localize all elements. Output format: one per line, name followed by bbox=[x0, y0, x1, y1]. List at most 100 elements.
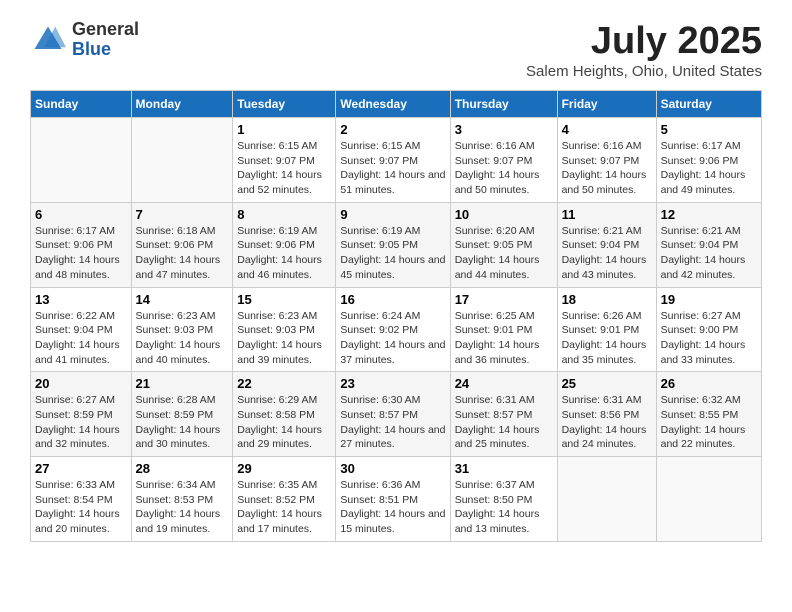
calendar-day-cell: 3 Sunrise: 6:16 AMSunset: 9:07 PMDaylight… bbox=[450, 118, 557, 203]
weekday-header: Tuesday bbox=[233, 91, 336, 118]
day-sunrise: Sunrise: 6:27 AMSunset: 8:59 PMDaylight:… bbox=[35, 394, 120, 450]
calendar-day-cell: 11 Sunrise: 6:21 AMSunset: 9:04 PMDayligh… bbox=[557, 202, 656, 287]
calendar-day-cell: 28Sunrise: 6:34 AMSunset: 8:53 PMDayligh… bbox=[131, 457, 233, 542]
logo-icon bbox=[30, 22, 66, 58]
day-sunrise: Sunrise: 6:34 AMSunset: 8:53 PMDaylight:… bbox=[136, 479, 221, 535]
calendar-day-cell: 30 Sunrise: 6:36 AMSunset: 8:51 PMDayligh… bbox=[336, 457, 450, 542]
day-number: 23 bbox=[340, 376, 445, 391]
calendar-day-cell: 17 Sunrise: 6:25 AMSunset: 9:01 PMDayligh… bbox=[450, 287, 557, 372]
day-number: 9 bbox=[340, 207, 445, 222]
day-sunrise: Sunrise: 6:32 AMSunset: 8:55 PMDaylight:… bbox=[661, 394, 746, 450]
calendar-day-cell: 31Sunrise: 6:37 AMSunset: 8:50 PMDayligh… bbox=[450, 457, 557, 542]
calendar-day-cell: 29 Sunrise: 6:35 AMSunset: 8:52 PMDayligh… bbox=[233, 457, 336, 542]
day-sunrise: Sunrise: 6:16 AMSunset: 9:07 PMDaylight:… bbox=[562, 140, 647, 196]
day-sunrise: Sunrise: 6:21 AMSunset: 9:04 PMDaylight:… bbox=[661, 225, 746, 281]
day-sunrise: Sunrise: 6:25 AMSunset: 9:01 PMDaylight:… bbox=[455, 310, 540, 366]
weekday-header: Saturday bbox=[656, 91, 761, 118]
calendar-day-cell: 25 Sunrise: 6:31 AMSunset: 8:56 PMDayligh… bbox=[557, 372, 656, 457]
calendar-day-cell: 26 Sunrise: 6:32 AMSunset: 8:55 PMDayligh… bbox=[656, 372, 761, 457]
page-header: General Blue July 2025 Salem Heights, Oh… bbox=[30, 20, 762, 80]
day-number: 1 bbox=[237, 122, 331, 137]
calendar-day-cell: 4 Sunrise: 6:16 AMSunset: 9:07 PMDaylight… bbox=[557, 118, 656, 203]
day-sunrise: Sunrise: 6:24 AMSunset: 9:02 PMDaylight:… bbox=[340, 310, 445, 366]
day-sunrise: Sunrise: 6:17 AMSunset: 9:06 PMDaylight:… bbox=[661, 140, 746, 196]
day-sunrise: Sunrise: 6:27 AMSunset: 9:00 PMDaylight:… bbox=[661, 310, 746, 366]
location-label: Salem Heights, Ohio, United States bbox=[526, 63, 762, 80]
calendar-day-cell bbox=[557, 457, 656, 542]
day-sunrise: Sunrise: 6:31 AMSunset: 8:57 PMDaylight:… bbox=[455, 394, 540, 450]
day-number: 27 bbox=[35, 461, 127, 476]
title-section: July 2025 Salem Heights, Ohio, United St… bbox=[526, 20, 762, 80]
weekday-header: Wednesday bbox=[336, 91, 450, 118]
calendar-week-row: 6 Sunrise: 6:17 AMSunset: 9:06 PMDaylight… bbox=[31, 202, 762, 287]
day-number: 6 bbox=[35, 207, 127, 222]
logo-text: General Blue bbox=[72, 20, 139, 60]
calendar-day-cell: 7Sunrise: 6:18 AMSunset: 9:06 PMDaylight… bbox=[131, 202, 233, 287]
day-sunrise: Sunrise: 6:31 AMSunset: 8:56 PMDaylight:… bbox=[562, 394, 647, 450]
weekday-header: Sunday bbox=[31, 91, 132, 118]
day-number: 3 bbox=[455, 122, 553, 137]
day-number: 31 bbox=[455, 461, 553, 476]
day-sunrise: Sunrise: 6:36 AMSunset: 8:51 PMDaylight:… bbox=[340, 479, 445, 535]
calendar-day-cell: 16 Sunrise: 6:24 AMSunset: 9:02 PMDayligh… bbox=[336, 287, 450, 372]
day-number: 13 bbox=[35, 292, 127, 307]
calendar-day-cell: 18 Sunrise: 6:26 AMSunset: 9:01 PMDayligh… bbox=[557, 287, 656, 372]
day-number: 18 bbox=[562, 292, 652, 307]
day-number: 26 bbox=[661, 376, 757, 391]
calendar-day-cell bbox=[656, 457, 761, 542]
day-number: 16 bbox=[340, 292, 445, 307]
day-number: 30 bbox=[340, 461, 445, 476]
day-sunrise: Sunrise: 6:21 AMSunset: 9:04 PMDaylight:… bbox=[562, 225, 647, 281]
calendar-day-cell: 19 Sunrise: 6:27 AMSunset: 9:00 PMDayligh… bbox=[656, 287, 761, 372]
day-sunrise: Sunrise: 6:28 AMSunset: 8:59 PMDaylight:… bbox=[136, 394, 221, 450]
day-sunrise: Sunrise: 6:29 AMSunset: 8:58 PMDaylight:… bbox=[237, 394, 322, 450]
weekday-header: Thursday bbox=[450, 91, 557, 118]
weekday-header-row: SundayMondayTuesdayWednesdayThursdayFrid… bbox=[31, 91, 762, 118]
day-sunrise: Sunrise: 6:26 AMSunset: 9:01 PMDaylight:… bbox=[562, 310, 647, 366]
day-sunrise: Sunrise: 6:33 AMSunset: 8:54 PMDaylight:… bbox=[35, 479, 120, 535]
day-number: 22 bbox=[237, 376, 331, 391]
calendar-day-cell: 14 Sunrise: 6:23 AMSunset: 9:03 PMDayligh… bbox=[131, 287, 233, 372]
calendar-week-row: 27 Sunrise: 6:33 AMSunset: 8:54 PMDayligh… bbox=[31, 457, 762, 542]
day-number: 12 bbox=[661, 207, 757, 222]
day-number: 14 bbox=[136, 292, 229, 307]
day-sunrise: Sunrise: 6:30 AMSunset: 8:57 PMDaylight:… bbox=[340, 394, 445, 450]
day-sunrise: Sunrise: 6:15 AMSunset: 9:07 PMDaylight:… bbox=[340, 140, 445, 196]
day-sunrise: Sunrise: 6:20 AMSunset: 9:05 PMDaylight:… bbox=[455, 225, 540, 281]
calendar-day-cell: 10 Sunrise: 6:20 AMSunset: 9:05 PMDayligh… bbox=[450, 202, 557, 287]
calendar-day-cell: 15Sunrise: 6:23 AMSunset: 9:03 PMDayligh… bbox=[233, 287, 336, 372]
day-sunrise: Sunrise: 6:16 AMSunset: 9:07 PMDaylight:… bbox=[455, 140, 540, 196]
calendar-day-cell: 1Sunrise: 6:15 AMSunset: 9:07 PMDaylight… bbox=[233, 118, 336, 203]
calendar-day-cell: 2 Sunrise: 6:15 AMSunset: 9:07 PMDaylight… bbox=[336, 118, 450, 203]
day-number: 19 bbox=[661, 292, 757, 307]
day-number: 20 bbox=[35, 376, 127, 391]
day-number: 21 bbox=[136, 376, 229, 391]
day-number: 11 bbox=[562, 207, 652, 222]
day-number: 29 bbox=[237, 461, 331, 476]
day-sunrise: Sunrise: 6:35 AMSunset: 8:52 PMDaylight:… bbox=[237, 479, 322, 535]
calendar-day-cell: 8 Sunrise: 6:19 AMSunset: 9:06 PMDaylight… bbox=[233, 202, 336, 287]
calendar-day-cell: 23 Sunrise: 6:30 AMSunset: 8:57 PMDayligh… bbox=[336, 372, 450, 457]
calendar-day-cell bbox=[31, 118, 132, 203]
logo: General Blue bbox=[30, 20, 139, 60]
calendar-table: SundayMondayTuesdayWednesdayThursdayFrid… bbox=[30, 90, 762, 542]
calendar-day-cell: 20 Sunrise: 6:27 AMSunset: 8:59 PMDayligh… bbox=[31, 372, 132, 457]
calendar-day-cell: 12 Sunrise: 6:21 AMSunset: 9:04 PMDayligh… bbox=[656, 202, 761, 287]
calendar-day-cell: 24Sunrise: 6:31 AMSunset: 8:57 PMDayligh… bbox=[450, 372, 557, 457]
calendar-day-cell: 6 Sunrise: 6:17 AMSunset: 9:06 PMDaylight… bbox=[31, 202, 132, 287]
day-sunrise: Sunrise: 6:19 AMSunset: 9:06 PMDaylight:… bbox=[237, 225, 322, 281]
day-number: 10 bbox=[455, 207, 553, 222]
day-sunrise: Sunrise: 6:23 AMSunset: 9:03 PMDaylight:… bbox=[136, 310, 221, 366]
day-number: 17 bbox=[455, 292, 553, 307]
day-number: 25 bbox=[562, 376, 652, 391]
day-number: 8 bbox=[237, 207, 331, 222]
calendar-day-cell: 5 Sunrise: 6:17 AMSunset: 9:06 PMDaylight… bbox=[656, 118, 761, 203]
day-sunrise: Sunrise: 6:17 AMSunset: 9:06 PMDaylight:… bbox=[35, 225, 120, 281]
logo-general: General bbox=[72, 19, 139, 39]
day-number: 4 bbox=[562, 122, 652, 137]
day-number: 2 bbox=[340, 122, 445, 137]
day-number: 5 bbox=[661, 122, 757, 137]
calendar-day-cell: 22 Sunrise: 6:29 AMSunset: 8:58 PMDayligh… bbox=[233, 372, 336, 457]
day-number: 15 bbox=[237, 292, 331, 307]
calendar-day-cell: 21 Sunrise: 6:28 AMSunset: 8:59 PMDayligh… bbox=[131, 372, 233, 457]
